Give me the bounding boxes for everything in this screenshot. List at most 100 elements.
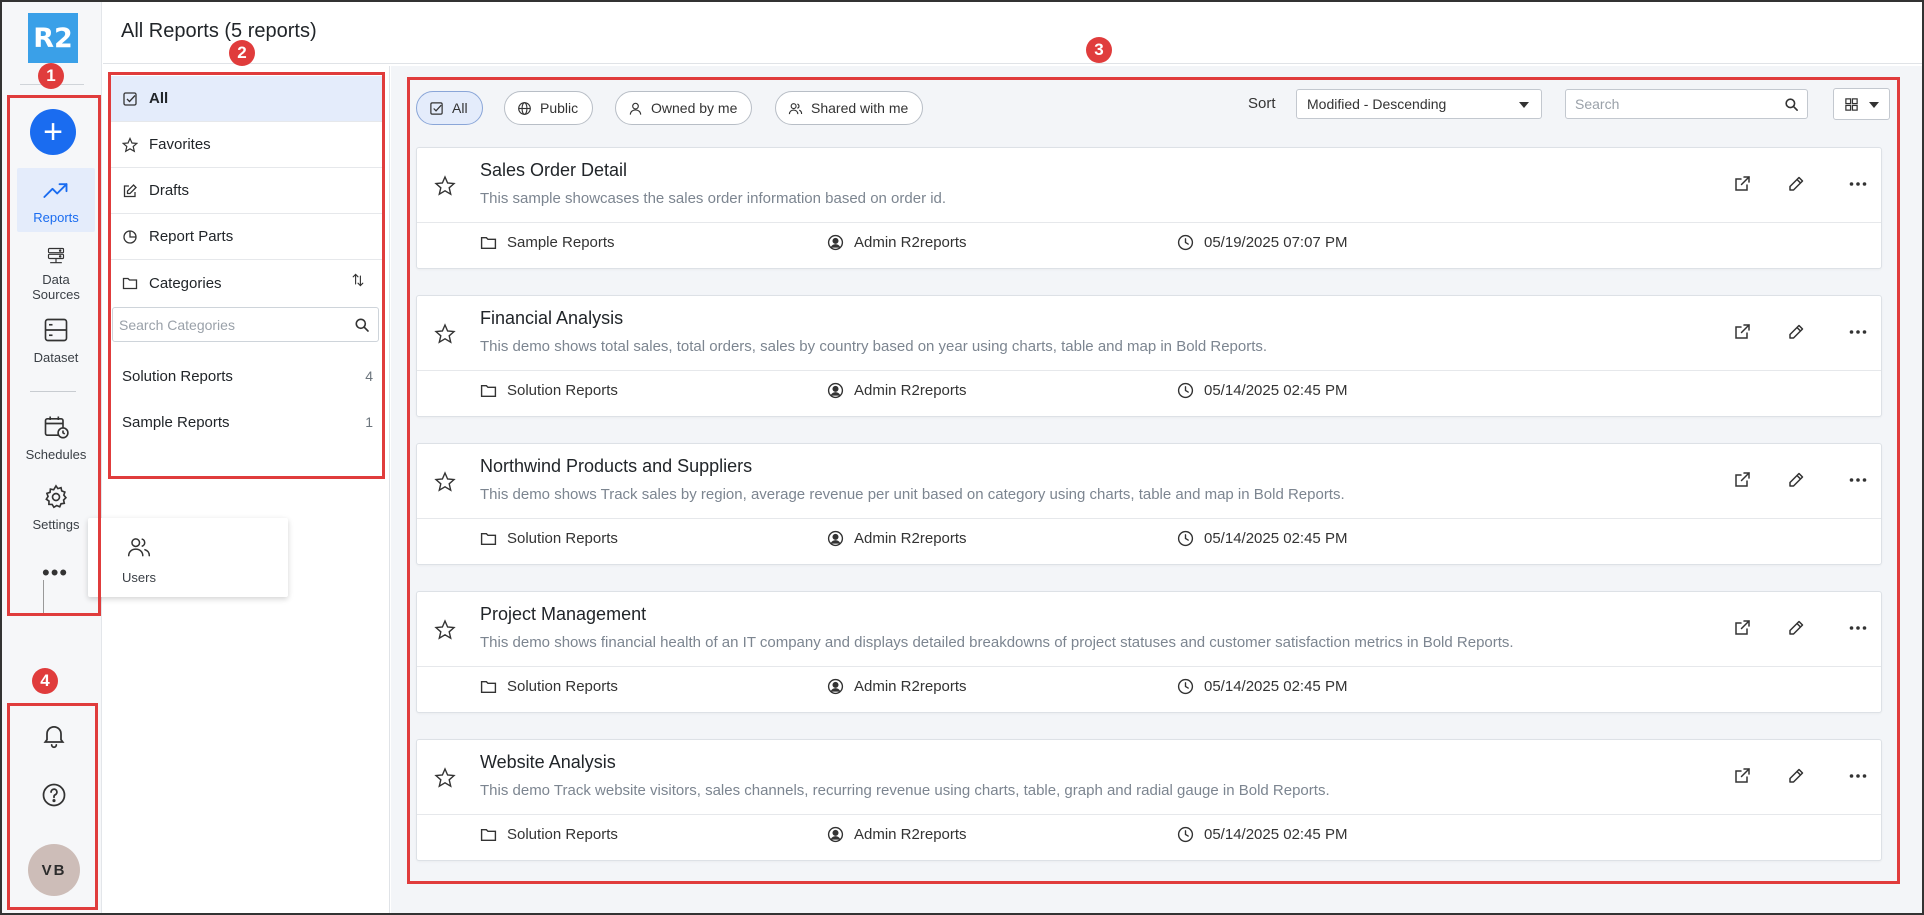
category-menu-label: Report Parts	[149, 228, 234, 245]
trending-up-icon	[43, 183, 68, 198]
folder-icon	[480, 678, 507, 695]
report-owner: Admin R2reports	[827, 826, 967, 843]
search-icon[interactable]	[354, 317, 370, 333]
report-card[interactable]: Project Management This demo shows financ…	[416, 591, 1882, 713]
report-card[interactable]: Northwind Products and Suppliers This dem…	[416, 443, 1882, 565]
sort-toggle-icon[interactable]	[350, 272, 366, 288]
report-search-input[interactable]	[1566, 90, 1766, 118]
user-avatar[interactable]: VB	[28, 844, 80, 896]
report-category: Solution Reports	[480, 382, 618, 399]
clock-icon	[1177, 678, 1204, 695]
sort-label: Sort	[1248, 95, 1276, 112]
more-options-icon[interactable]	[1848, 322, 1868, 342]
edit-icon[interactable]	[1786, 766, 1806, 786]
open-external-icon[interactable]	[1732, 470, 1752, 490]
nav-item-data-sources[interactable]: Data Sources	[17, 238, 95, 302]
nav-divider	[30, 391, 76, 392]
report-card[interactable]: Website Analysis This demo Track website …	[416, 739, 1882, 861]
open-external-icon[interactable]	[1732, 174, 1752, 194]
category-search	[112, 307, 379, 342]
more-options-icon[interactable]	[1848, 174, 1868, 194]
more-icon[interactable]: •••	[42, 562, 68, 584]
report-card[interactable]: Financial Analysis This demo shows total …	[416, 295, 1882, 417]
category-menu-all[interactable]: All	[110, 76, 385, 122]
category-menu-report-parts[interactable]: Report Parts	[110, 214, 385, 260]
checkbox-icon	[123, 91, 137, 106]
user-circle-icon	[827, 234, 854, 251]
card-divider	[417, 222, 1881, 223]
more-options-icon[interactable]	[1848, 618, 1868, 638]
server-icon	[47, 247, 65, 264]
report-title[interactable]: Financial Analysis	[480, 308, 623, 329]
open-external-icon[interactable]	[1732, 618, 1752, 638]
checkbox-icon	[430, 101, 443, 115]
folder-icon	[480, 234, 507, 251]
filter-chip-all[interactable]: All	[416, 91, 483, 125]
star-icon[interactable]	[434, 323, 456, 345]
report-card[interactable]: Sales Order Detail This sample showcases …	[416, 147, 1882, 269]
categories-panel: All Favorites Drafts Report Parts Catego…	[103, 66, 390, 913]
sort-dropdown[interactable]: Modified - Descending	[1296, 89, 1542, 119]
dataset-icon	[44, 318, 68, 342]
category-menu-drafts[interactable]: Drafts	[110, 168, 385, 214]
more-options-icon[interactable]	[1848, 470, 1868, 490]
user-icon	[629, 102, 642, 115]
create-new-button[interactable]: +	[30, 109, 76, 155]
clock-icon	[1177, 234, 1204, 251]
star-icon[interactable]	[434, 619, 456, 641]
report-description: This demo Track website visitors, sales …	[480, 782, 1330, 799]
report-title[interactable]: Northwind Products and Suppliers	[480, 456, 752, 477]
edit-icon[interactable]	[1786, 470, 1806, 490]
report-modified-label: 05/14/2025 02:45 PM	[1204, 530, 1348, 547]
report-modified: 05/19/2025 07:07 PM	[1177, 234, 1347, 251]
open-external-icon[interactable]	[1732, 322, 1752, 342]
nav-item-label: Settings	[32, 517, 80, 532]
edit-icon[interactable]	[1786, 618, 1806, 638]
card-divider	[417, 666, 1881, 667]
report-modified: 05/14/2025 02:45 PM	[1177, 382, 1347, 399]
chip-label: Shared with me	[811, 100, 909, 116]
view-mode-dropdown[interactable]	[1833, 88, 1890, 120]
nav-item-settings[interactable]: Settings	[17, 475, 95, 539]
report-owner-label: Admin R2reports	[854, 826, 967, 843]
nav-item-dataset[interactable]: Dataset	[17, 308, 95, 372]
users-icon[interactable]	[126, 534, 152, 560]
category-search-input[interactable]	[113, 308, 333, 341]
edit-icon[interactable]	[1786, 322, 1806, 342]
filter-chip-public[interactable]: Public	[504, 91, 594, 125]
nav-item-label: Reports	[33, 210, 79, 225]
star-icon[interactable]	[434, 175, 456, 197]
bell-icon[interactable]	[40, 721, 68, 749]
category-row-sample-reports[interactable]: Sample Reports 1	[110, 402, 385, 442]
search-icon[interactable]	[1784, 97, 1799, 112]
nav-item-schedules[interactable]: Schedules	[17, 405, 95, 469]
nav-item-reports[interactable]: Reports	[17, 168, 95, 232]
category-menu-label: Drafts	[149, 182, 190, 199]
filter-chip-shared-with-me[interactable]: Shared with me	[775, 91, 924, 125]
app-logo[interactable]: R2	[28, 13, 78, 63]
more-options-icon[interactable]	[1848, 766, 1868, 786]
report-title[interactable]: Website Analysis	[480, 752, 616, 773]
report-category-label: Solution Reports	[507, 678, 618, 695]
category-menu-categories[interactable]: Categories	[110, 260, 385, 306]
annotation-badge-4: 4	[32, 668, 58, 694]
star-icon[interactable]	[434, 767, 456, 789]
user-circle-icon	[827, 678, 854, 695]
report-owner-label: Admin R2reports	[854, 678, 967, 695]
card-divider	[417, 518, 1881, 519]
edit-icon[interactable]	[1786, 174, 1806, 194]
annotation-badge-3: 3	[1086, 37, 1112, 63]
category-name: Solution Reports	[122, 367, 233, 385]
star-icon[interactable]	[434, 471, 456, 493]
filter-chip-owned-by-me[interactable]: Owned by me	[615, 91, 753, 125]
report-description: This demo shows total sales, total order…	[480, 338, 1268, 355]
category-row-solution-reports[interactable]: Solution Reports 4	[110, 356, 385, 396]
help-icon[interactable]	[40, 781, 68, 809]
calendar-clock-icon	[44, 416, 69, 439]
star-icon	[122, 136, 138, 153]
open-external-icon[interactable]	[1732, 766, 1752, 786]
users-menu-item[interactable]: Users	[122, 570, 156, 585]
report-title[interactable]: Sales Order Detail	[480, 160, 627, 181]
report-title[interactable]: Project Management	[480, 604, 646, 625]
category-menu-favorites[interactable]: Favorites	[110, 122, 385, 168]
